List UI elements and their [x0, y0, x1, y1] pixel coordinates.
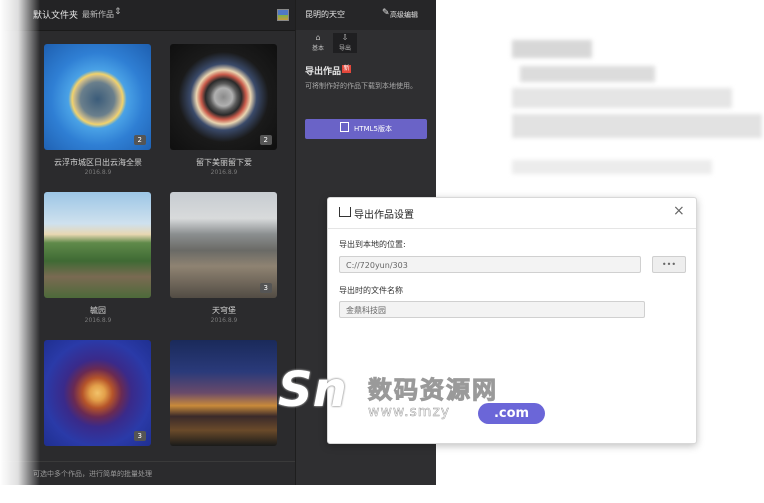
user-name[interactable]: 昆明的天空 [305, 9, 345, 20]
work-title: 毓园 [90, 306, 106, 315]
sort-dropdown[interactable]: 最新作品 [82, 9, 114, 20]
photo-count-badge: 3 [259, 283, 272, 293]
filename-input[interactable]: 金鼎科技园 [339, 301, 645, 318]
panel-tabs: ⌂ 基本 ⇩ 导出 [296, 31, 436, 55]
photo-count-badge: 2 [133, 135, 146, 145]
image-icon[interactable] [277, 9, 289, 21]
blurred-block [512, 88, 732, 108]
blurred-block [512, 114, 762, 138]
work-title: 天穹堡 [212, 306, 236, 315]
export-section-title: 导出作品 [305, 67, 342, 77]
html5-icon [340, 122, 350, 132]
work-date: 2016.8.9 [84, 317, 112, 324]
tab-label: 基本 [311, 45, 324, 52]
right-panel-header: 昆明的天空 ✎ 高级编辑 [296, 0, 436, 30]
work-thumbnail[interactable]: 2 [44, 44, 151, 150]
photo-count-badge: 2 [259, 135, 272, 145]
left-edge-fade [0, 0, 40, 503]
download-icon: ⇩ [341, 33, 349, 42]
blurred-block [512, 40, 592, 58]
blurred-block [512, 160, 712, 174]
location-label: 导出到本地的位置: [339, 240, 406, 249]
sort-chevron-icon[interactable]: ⇕ [114, 7, 122, 17]
work-thumbnail[interactable] [170, 340, 277, 446]
location-input[interactable]: C://720yun/303 [339, 256, 641, 273]
new-badge: 新 [342, 65, 351, 73]
work-date: 2016.8.9 [210, 169, 238, 176]
home-icon: ⌂ [315, 33, 321, 42]
blurred-block [520, 66, 655, 82]
browse-button[interactable]: ••• [652, 256, 686, 273]
tab-basic[interactable]: ⌂ 基本 [306, 33, 330, 53]
gallery-header: 默认文件夹 最新作品 ⇕ [0, 0, 295, 31]
html5-button-label: HTML5版本 [354, 125, 392, 133]
watermark-url: www.smzy [368, 404, 451, 421]
html5-export-button[interactable]: HTML5版本 [305, 119, 427, 139]
watermark-text: 数码资源网 [368, 376, 498, 405]
watermark-logo: Sn [278, 362, 347, 418]
work-thumbnail[interactable]: 3 [170, 192, 277, 298]
work-title: 留下美丽留下爱 [196, 158, 252, 167]
tab-export[interactable]: ⇩ 导出 [333, 33, 357, 53]
watermark-com-badge: .com [478, 403, 545, 424]
works-grid: 2 云浮市城区日出云海全景 2016.8.9 2 留下美丽留下爱 2016.8.… [0, 31, 295, 461]
work-date: 2016.8.9 [210, 317, 238, 324]
work-date: 2016.8.9 [84, 169, 112, 176]
work-thumbnail[interactable]: 3 [44, 340, 151, 446]
tab-label: 导出 [338, 45, 351, 52]
dialog-header: 导出作品设置 × [328, 198, 696, 229]
advanced-edit-link[interactable]: 高级编辑 [390, 10, 418, 20]
wrench-icon[interactable]: ✎ [382, 8, 390, 18]
export-icon [339, 207, 351, 217]
work-title: 云浮市城区日出云海全景 [54, 158, 142, 167]
batch-hint-text: 可选中多个作品，进行简单的批量处理 [33, 470, 152, 478]
batch-hint: 可选中多个作品，进行简单的批量处理 [0, 461, 295, 486]
export-description: 可将制作好的作品下载到本地使用。 [305, 82, 417, 90]
work-thumbnail[interactable] [44, 192, 151, 298]
filename-label: 导出时的文件名称 [339, 286, 403, 295]
close-icon[interactable]: × [673, 203, 685, 219]
photo-count-badge: 3 [133, 431, 146, 441]
work-thumbnail[interactable]: 2 [170, 44, 277, 150]
dialog-title: 导出作品设置 [354, 210, 414, 221]
